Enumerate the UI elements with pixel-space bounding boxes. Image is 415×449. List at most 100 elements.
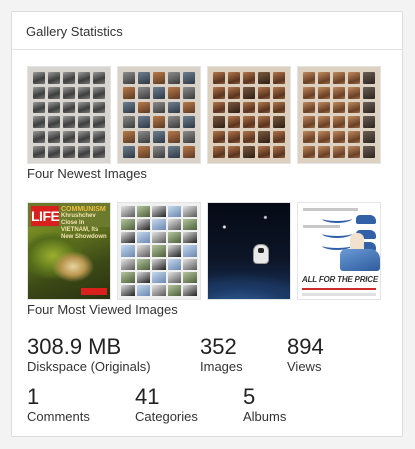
photo-cell [348,116,360,129]
photo-cell [153,116,165,129]
stat-comments: 1 Comments [27,385,90,425]
collage-tile [121,206,135,218]
photo-cell [228,72,240,84]
collage-tile [121,271,135,283]
albums-value: 5 [243,384,256,409]
photo-cell [333,72,345,84]
most-viewed-image-3[interactable] [207,202,291,300]
photo-cell [78,146,90,158]
photo-cell [228,131,240,144]
photo-cell [138,72,150,84]
stat-albums: 5 Albums [243,385,286,425]
most-viewed-image-1[interactable]: LIFE COMMUNISM Khrushchev Close In VIETN… [27,202,111,300]
most-viewed-image-2[interactable] [117,202,201,300]
collage-tile [136,232,151,244]
newest-image-1[interactable] [27,66,111,164]
photo-cell [63,116,75,129]
life-logo: LIFE [31,206,60,226]
photo-cell [153,101,165,114]
photo-cell [138,86,150,99]
photo-cell [183,146,195,158]
collage-tile [121,232,135,244]
ad-tagline: ALL FOR THE PRICE OF [302,275,380,284]
newest-image-2[interactable] [117,66,201,164]
collage-tile [136,245,151,257]
photo-cell [183,116,195,129]
collage-tile [121,258,135,270]
collage-tile [167,206,182,218]
photo-cell [78,86,90,99]
photo-cell [258,116,270,129]
newest-image-4[interactable] [297,66,381,164]
photo-cell [258,101,270,114]
photo-cell [78,131,90,144]
collage-tile [136,206,151,218]
collage-tile [167,219,182,231]
photo-cell [228,101,240,114]
comments-value: 1 [27,384,40,409]
collage-tile [152,284,166,296]
photo-cell [303,131,315,144]
most-viewed-row: LIFE COMMUNISM Khrushchev Close In VIETN… [27,202,381,300]
photo-cell [123,72,135,84]
photo-cell [318,86,330,99]
photo-cell [273,86,285,99]
photo-cell [123,131,135,144]
photo-cell [138,116,150,129]
cover-headline-1: COMMUNISM [61,206,106,213]
photo-cell [168,72,180,84]
photo-cell [63,101,75,114]
newest-image-3[interactable] [207,66,291,164]
photo-cell [123,101,135,114]
photo-cell [183,131,195,144]
collage-tile [152,232,166,244]
astronaut [254,245,268,263]
photo-cell [213,101,225,114]
photo-cell [243,116,255,129]
photo-cell [303,72,315,84]
newest-images-row [27,66,381,164]
photo-cell [213,72,225,84]
collage-tile [167,271,182,283]
cover-headline-3: VIETNAM, Its New Showdown [61,227,107,240]
collage-tile [152,271,166,283]
photo-cell [33,131,45,144]
collage-tile [183,258,197,270]
photo-cell [348,146,360,158]
photo-cell [273,146,285,158]
most-viewed-caption: Four Most Viewed Images [27,302,178,317]
photo-cell [183,72,195,84]
diskspace-value: 308.9 MB [27,334,122,359]
photo-cell [273,72,285,84]
collage-tile [167,284,182,296]
gallery-statistics-card: Gallery Statistics Four Newest Images LI… [11,11,403,437]
photo-cell [303,116,315,129]
collage-tile [121,245,135,257]
collage-tile [121,284,135,296]
photo-cell [363,146,375,158]
photo-cell [93,72,105,84]
photo-cell [93,131,105,144]
photo-cell [168,86,180,99]
photo-cell [258,86,270,99]
photo-cell [213,131,225,144]
images-value: 352 [200,334,237,359]
comments-label: Comments [27,409,90,424]
photo-cell [213,86,225,99]
photo-cell [228,116,240,129]
photo-cell [153,72,165,84]
collage-tile [167,245,182,257]
photo-cell [48,146,60,158]
photo-cell [183,86,195,99]
albums-label: Albums [243,409,287,424]
photo-cell [123,86,135,99]
photo-cell [33,72,45,84]
most-viewed-image-4[interactable]: ALL FOR THE PRICE OF [297,202,381,300]
collage-tile [183,206,197,218]
collage-tile [152,219,166,231]
photo-cell [243,86,255,99]
collage-tile [136,271,151,283]
photo-cell [93,86,105,99]
photo-cell [243,146,255,158]
photo-cell [213,146,225,158]
